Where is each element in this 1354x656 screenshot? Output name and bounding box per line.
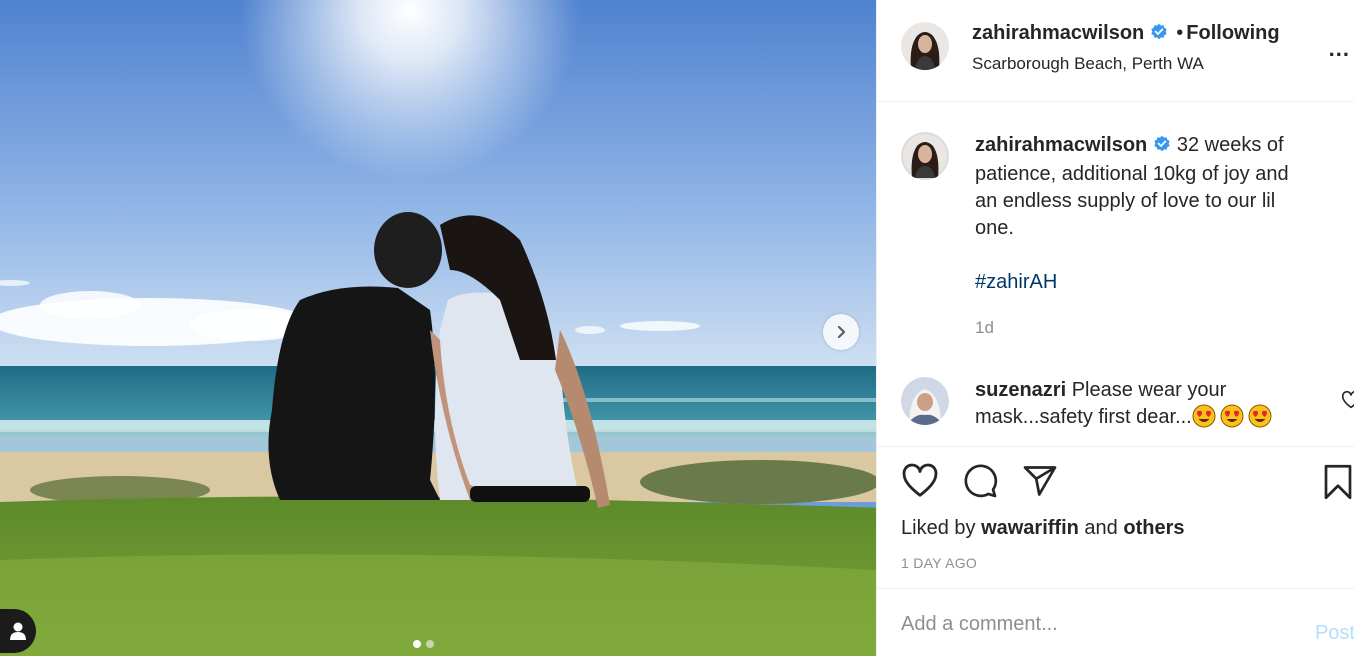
- post-comment-button[interactable]: Post: [1315, 622, 1354, 645]
- emoji-group: [1192, 404, 1276, 428]
- comments-section: zahirahmacwilson 32 weeks of patience, a…: [877, 102, 1354, 446]
- bookmark-icon: [1324, 464, 1352, 500]
- comment-like-button[interactable]: [1341, 390, 1354, 414]
- comment-bubble-icon: [964, 464, 998, 498]
- post-caption: zahirahmacwilson 32 weeks of patience, a…: [901, 132, 1315, 341]
- commenter-avatar[interactable]: [901, 377, 949, 425]
- chevron-right-icon: [837, 325, 846, 339]
- like-button[interactable]: [901, 463, 939, 504]
- post-photo[interactable]: [0, 0, 876, 656]
- comment-item: suzenazri Please wear your mask...safety…: [901, 377, 1354, 431]
- avatar-image: [901, 132, 949, 180]
- caption-username[interactable]: zahirahmacwilson: [975, 134, 1147, 156]
- likes-joiner: and: [1084, 517, 1118, 539]
- more-options-button[interactable]: ...: [1329, 36, 1350, 62]
- likes-others-link[interactable]: others: [1123, 517, 1184, 539]
- heart-eyes-emoji-icon: [1248, 404, 1272, 428]
- comment-input[interactable]: [901, 607, 1281, 641]
- heart-eyes-emoji-icon: [1220, 404, 1244, 428]
- author-username[interactable]: zahirahmacwilson: [972, 22, 1144, 44]
- add-comment-bar: Post: [877, 588, 1354, 656]
- post-header: zahirahmacwilson • Following Scarborough B…: [877, 0, 1354, 102]
- likes-summary: Liked by wawariffin and others: [901, 517, 1184, 540]
- post-timestamp[interactable]: 1 DAY AGO: [901, 555, 977, 571]
- following-button[interactable]: Following: [1186, 22, 1279, 44]
- ellipsis-icon: ...: [1328, 36, 1350, 61]
- heart-eyes-emoji-icon: [1192, 404, 1216, 428]
- post-actions: Liked by wawariffin and others 1 DAY AGO: [877, 446, 1354, 588]
- carousel-next-button[interactable]: [823, 314, 859, 350]
- paper-plane-icon: [1023, 466, 1057, 496]
- liker-username[interactable]: wawariffin: [981, 517, 1079, 539]
- carousel-indicator: [413, 640, 434, 648]
- avatar-image: [901, 22, 949, 70]
- hashtag-link[interactable]: #zahirAH: [975, 269, 1315, 296]
- carousel-dot: [426, 640, 434, 648]
- beach-couple-photo: [0, 0, 876, 656]
- heart-icon: [1341, 390, 1354, 409]
- carousel-dot-active: [413, 640, 421, 648]
- follow-separator: •: [1176, 22, 1184, 44]
- share-button[interactable]: [1021, 463, 1059, 504]
- commenter-username[interactable]: suzenazri: [975, 379, 1066, 401]
- verified-badge-icon: [1150, 23, 1168, 46]
- verified-badge-icon: [1153, 134, 1171, 161]
- heart-icon: [902, 463, 938, 497]
- likes-prefix: Liked by: [901, 517, 976, 539]
- user-tag-icon: [10, 622, 26, 640]
- author-avatar[interactable]: [901, 22, 949, 70]
- caption-time[interactable]: 1d: [975, 314, 1315, 341]
- post-details-panel: zahirahmacwilson • Following Scarborough B…: [876, 0, 1354, 656]
- comment-button[interactable]: [961, 463, 999, 504]
- save-button[interactable]: [1322, 464, 1354, 505]
- avatar-image: [901, 377, 949, 425]
- post-location[interactable]: Scarborough Beach, Perth WA: [972, 54, 1280, 74]
- post-modal: zahirahmacwilson • Following Scarborough B…: [0, 0, 1354, 656]
- caption-author-avatar[interactable]: [901, 132, 949, 180]
